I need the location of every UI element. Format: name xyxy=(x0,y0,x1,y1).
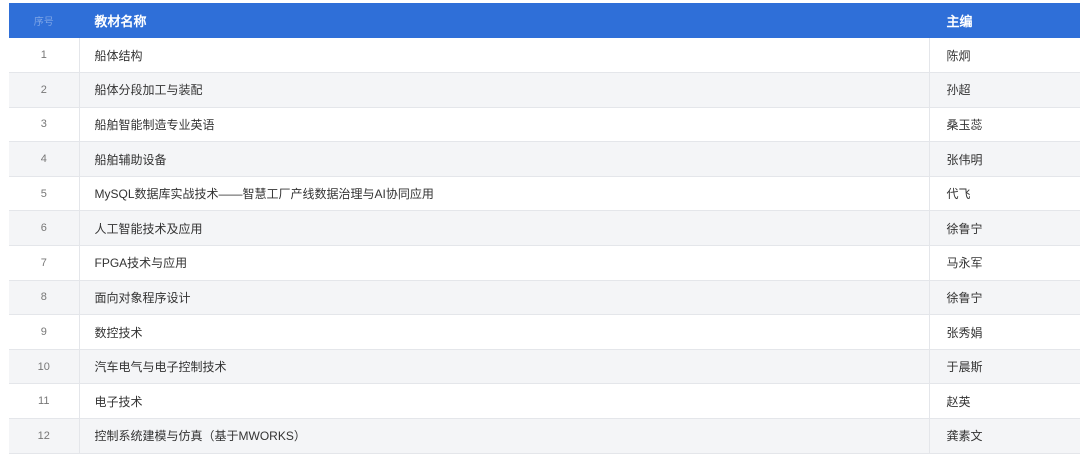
row-textbook-name: 控制系统建模与仿真（基于MWORKS） xyxy=(79,418,930,454)
table-row: 11 电子技术 赵英 xyxy=(9,383,1080,419)
header-row: 序号 教材名称 主编 xyxy=(9,3,1080,38)
row-textbook-name: 汽车电气与电子控制技术 xyxy=(79,349,930,384)
row-editor: 于晨斯 xyxy=(946,360,983,375)
row-editor: 龚素文 xyxy=(946,429,983,444)
row-index: 1 xyxy=(9,38,80,73)
row-textbook-name: 面向对象程序设计 xyxy=(79,280,930,315)
row-textbook-name: MySQL数据库实战技术——智慧工厂产线数据治理与AI协同应用 xyxy=(79,176,930,211)
row-textbook-name: 电子技术 xyxy=(79,383,930,419)
row-textbook-name: 船舶智能制造专业英语 xyxy=(79,107,930,142)
row-editor: 徐鲁宁 xyxy=(946,290,983,305)
table-header: 序号 教材名称 主编 xyxy=(9,3,1080,38)
table-row: 10 汽车电气与电子控制技术 于晨斯 xyxy=(9,349,1080,384)
row-index: 10 xyxy=(9,349,80,384)
row-editor: 马永军 xyxy=(946,256,983,271)
table-row: 5 MySQL数据库实战技术——智慧工厂产线数据治理与AI协同应用 代飞 xyxy=(9,176,1080,211)
table-row: 9 数控技术 张秀娟 xyxy=(9,314,1080,350)
row-editor: 桑玉蕊 xyxy=(946,117,983,132)
table-row: 8 面向对象程序设计 徐鲁宁 xyxy=(9,280,1080,315)
row-index: 2 xyxy=(9,72,80,108)
row-editor: 代飞 xyxy=(946,187,971,202)
textbook-table: 序号 教材名称 主编 1 船体结构 陈炯 2 船体分段加工与装配 孙超 3 船舶智能制造专业英… xyxy=(9,3,1080,454)
table-row: 1 船体结构 陈炯 xyxy=(9,38,1080,73)
textbook-table-container: 序号 教材名称 主编 1 船体结构 陈炯 2 船体分段加工与装配 孙超 3 船舶智能制造专业英… xyxy=(9,3,1080,454)
header-textbook-name: 教材名称 xyxy=(79,3,930,38)
row-index: 12 xyxy=(9,418,80,454)
table-row: 2 船体分段加工与装配 孙超 xyxy=(9,72,1080,108)
row-textbook-name: 船体结构 xyxy=(79,38,930,73)
row-editor: 徐鲁宁 xyxy=(946,221,983,236)
row-textbook-name: 数控技术 xyxy=(79,314,930,350)
row-index: 6 xyxy=(9,210,80,246)
table-row: 6 人工智能技术及应用 徐鲁宁 xyxy=(9,210,1080,246)
row-textbook-name: 船舶辅助设备 xyxy=(79,141,930,177)
row-index: 9 xyxy=(9,314,80,350)
row-textbook-name: 人工智能技术及应用 xyxy=(79,210,930,246)
row-index: 3 xyxy=(9,107,80,142)
table-body: 1 船体结构 陈炯 2 船体分段加工与装配 孙超 3 船舶智能制造专业英语 桑玉蕊 4 船舶辅助设备… xyxy=(9,38,1080,454)
row-index: 11 xyxy=(9,383,80,419)
table-row: 3 船舶智能制造专业英语 桑玉蕊 xyxy=(9,107,1080,142)
row-index: 8 xyxy=(9,280,80,315)
table-row: 12 控制系统建模与仿真（基于MWORKS） 龚素文 xyxy=(9,418,1080,454)
table-row: 7 FPGA技术与应用 马永军 xyxy=(9,245,1080,281)
row-index: 4 xyxy=(9,141,80,177)
row-editor: 赵英 xyxy=(946,394,971,409)
row-editor: 张秀娟 xyxy=(946,325,983,340)
row-editor: 孙超 xyxy=(946,83,971,98)
row-editor: 张伟明 xyxy=(946,152,983,167)
row-editor: 陈炯 xyxy=(946,48,971,63)
row-textbook-name: FPGA技术与应用 xyxy=(79,245,930,281)
row-textbook-name: 船体分段加工与装配 xyxy=(79,72,930,108)
row-index: 7 xyxy=(9,245,80,281)
table-row: 4 船舶辅助设备 张伟明 xyxy=(9,141,1080,177)
header-editor: 主编 xyxy=(929,3,1080,38)
row-index: 5 xyxy=(9,176,80,211)
header-index: 序号 xyxy=(9,3,80,38)
